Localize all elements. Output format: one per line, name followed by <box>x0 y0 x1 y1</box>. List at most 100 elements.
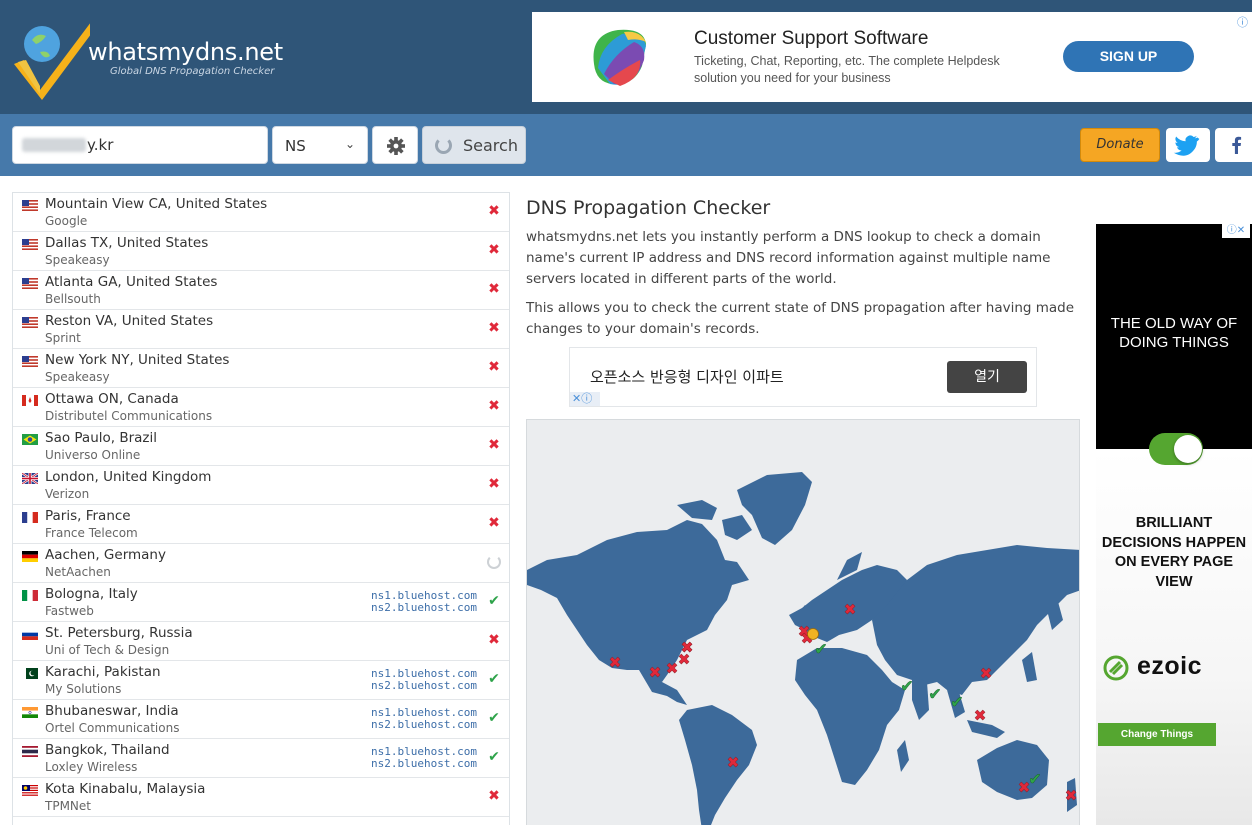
result-row[interactable]: Atlanta GA, United States Bellsouth ✖ <box>13 271 509 310</box>
map-ok-marker[interactable]: ✔ <box>814 639 828 659</box>
toggle-switch-icon <box>1149 433 1203 465</box>
map-fail-marker[interactable]: ✖ <box>666 659 679 678</box>
facebook-icon <box>1232 136 1242 154</box>
cross-icon: ✖ <box>488 320 500 336</box>
nameserver-value: ns2.bluehost.com <box>371 757 477 770</box>
map-fail-marker[interactable]: ✖ <box>980 664 993 683</box>
search-button[interactable]: Search <box>422 126 526 164</box>
result-provider: Fastweb <box>45 604 94 618</box>
map-fail-marker[interactable]: ✖ <box>727 753 740 772</box>
facebook-button[interactable] <box>1215 128 1252 162</box>
ezoic-logo-icon <box>1103 655 1129 681</box>
site-logo[interactable]: whatsmydns.net Global DNS Propagation Ch… <box>10 12 290 102</box>
map-fail-marker[interactable]: ✖ <box>649 663 662 682</box>
check-icon: ✔ <box>488 593 500 609</box>
search-bar: NS ⌄ <box>0 114 1252 176</box>
cross-icon: ✖ <box>488 632 500 648</box>
intro-paragraph: whatsmydns.net lets you instantly perfor… <box>526 229 1051 287</box>
ad-info-icon[interactable]: ⓘ <box>1237 14 1248 30</box>
map-fail-marker[interactable]: ✖ <box>974 706 987 725</box>
result-location: St. Petersburg, Russia <box>45 625 193 641</box>
twitter-button[interactable] <box>1166 128 1210 162</box>
result-provider: Loxley Wireless <box>45 760 138 774</box>
result-row[interactable]: London, United Kingdom Verizon ✖ <box>13 466 509 505</box>
result-provider: Sprint <box>45 331 81 345</box>
record-type-select[interactable]: NS ⌄ <box>272 126 368 164</box>
sign-up-button[interactable]: SIGN UP <box>1063 41 1194 72</box>
map-ok-marker[interactable]: ✔ <box>1028 769 1042 789</box>
result-location: Bhubaneswar, India <box>45 703 179 719</box>
result-row[interactable]: Kota Kinabalu, Malaysia TPMNet ✖ <box>13 778 509 817</box>
result-row[interactable]: Paris, France France Telecom ✖ <box>13 505 509 544</box>
result-row[interactable]: Sao Paulo, Brazil Universo Online ✖ <box>13 427 509 466</box>
result-provider: Universo Online <box>45 448 141 462</box>
toggle-knob <box>1174 435 1202 463</box>
th-flag-icon <box>22 746 38 757</box>
map-fail-marker[interactable]: ✖ <box>844 600 857 619</box>
result-row[interactable]: Ottawa ON, Canada Distributel Communicati… <box>13 388 509 427</box>
map-fail-marker[interactable]: ✖ <box>609 653 622 672</box>
result-row[interactable]: Reston VA, United States Sprint ✖ <box>13 310 509 349</box>
ad-info-icon[interactable]: ⓘ✕ <box>1222 224 1250 238</box>
result-provider: Ortel Communications <box>45 721 180 735</box>
cross-icon: ✖ <box>488 281 500 297</box>
side-ad-dark-text: THE OLD WAY OF DOING THINGS <box>1110 315 1238 351</box>
change-things-button[interactable]: Change Things <box>1098 723 1216 746</box>
twitter-icon <box>1173 135 1200 156</box>
side-ad[interactable]: THE OLD WAY OF DOING THINGS BRILLIANT DE… <box>1096 224 1252 825</box>
top-ad-banner[interactable]: Customer Support Software Ticketing, Cha… <box>532 12 1252 102</box>
result-row[interactable]: Bhubaneswar, India Ortel Communications ns… <box>13 700 509 739</box>
result-row[interactable]: New York NY, United States Speakeasy ✖ <box>13 349 509 388</box>
ad-close-icon[interactable]: ✕ⓘ <box>570 392 600 406</box>
cross-icon: ✖ <box>488 242 500 258</box>
result-row[interactable]: Karachi, Pakistan My Solutions ns1.bluehos… <box>13 661 509 700</box>
in-flag-icon <box>22 707 38 718</box>
freshdesk-logo-icon <box>593 29 646 86</box>
result-location: Dallas TX, United States <box>45 235 209 251</box>
ezoic-brand: ezoic <box>1102 652 1232 682</box>
logo-checkmark-icon <box>14 18 100 100</box>
cross-icon: ✖ <box>488 203 500 219</box>
result-row[interactable]: Mountain View CA, United States Google ✖ <box>13 193 509 232</box>
pk-flag-icon <box>22 668 38 679</box>
us-flag-icon <box>22 200 38 211</box>
side-ad-headline: BRILLIANT DECISIONS HAPPEN ON EVERY PAGE… <box>1101 515 1247 590</box>
us-flag-icon <box>22 278 38 289</box>
result-nameservers: ns1.bluehost.com ns2.bluehost.com <box>371 668 477 692</box>
chevron-down-icon: ⌄ <box>344 137 355 151</box>
result-provider: My Solutions <box>45 682 122 696</box>
result-provider: France Telecom <box>45 526 138 540</box>
result-provider: Google <box>45 214 88 228</box>
settings-button[interactable] <box>372 126 418 164</box>
result-provider: Speakeasy <box>45 370 110 384</box>
result-row[interactable]: Bologna, Italy Fastweb ns1.bluehost.com ns2… <box>13 583 509 622</box>
map-fail-marker[interactable]: ✖ <box>1065 786 1078 805</box>
inline-ad[interactable]: 오픈소스 반응형 디자인 이파트 열기 ✕ⓘ <box>569 347 1037 407</box>
result-location: Karachi, Pakistan <box>45 664 161 680</box>
donate-button[interactable]: Donate <box>1080 128 1160 162</box>
loading-spinner-icon <box>487 555 501 569</box>
map-ok-marker[interactable]: ✔ <box>950 692 964 712</box>
map-fail-marker[interactable]: ✖ <box>1018 778 1031 797</box>
map-ok-marker[interactable]: ✔ <box>900 676 914 696</box>
result-row[interactable]: Aachen, Germany NetAachen <box>13 544 509 583</box>
my-flag-icon <box>22 785 38 796</box>
result-provider: Uni of Tech & Design <box>45 643 170 657</box>
result-row[interactable]: Bangkok, Thailand Loxley Wireless ns1.blue… <box>13 739 509 778</box>
map-pending-marker[interactable] <box>807 628 819 640</box>
result-row[interactable]: Dallas TX, United States Speakeasy ✖ <box>13 232 509 271</box>
br-flag-icon <box>22 434 38 445</box>
continents <box>527 472 1079 825</box>
result-nameservers: ns1.bluehost.com ns2.bluehost.com <box>371 707 477 731</box>
ru-flag-icon <box>22 629 38 640</box>
inline-ad-text: 오픈소스 반응형 디자인 이파트 <box>590 368 784 386</box>
inline-ad-open-button[interactable]: 열기 <box>947 361 1027 393</box>
propagation-paragraph: This allows you to check the current sta… <box>526 300 1075 337</box>
side-ad-light-panel <box>1096 449 1252 825</box>
result-location: Mountain View CA, United States <box>45 196 268 212</box>
map-fail-marker[interactable]: ✖ <box>681 638 694 657</box>
result-location: Aachen, Germany <box>45 547 166 563</box>
site-name: whatsmydns.net <box>88 38 283 66</box>
map-ok-marker[interactable]: ✔ <box>928 684 942 704</box>
result-row[interactable]: St. Petersburg, Russia Uni of Tech & Desi… <box>13 622 509 661</box>
